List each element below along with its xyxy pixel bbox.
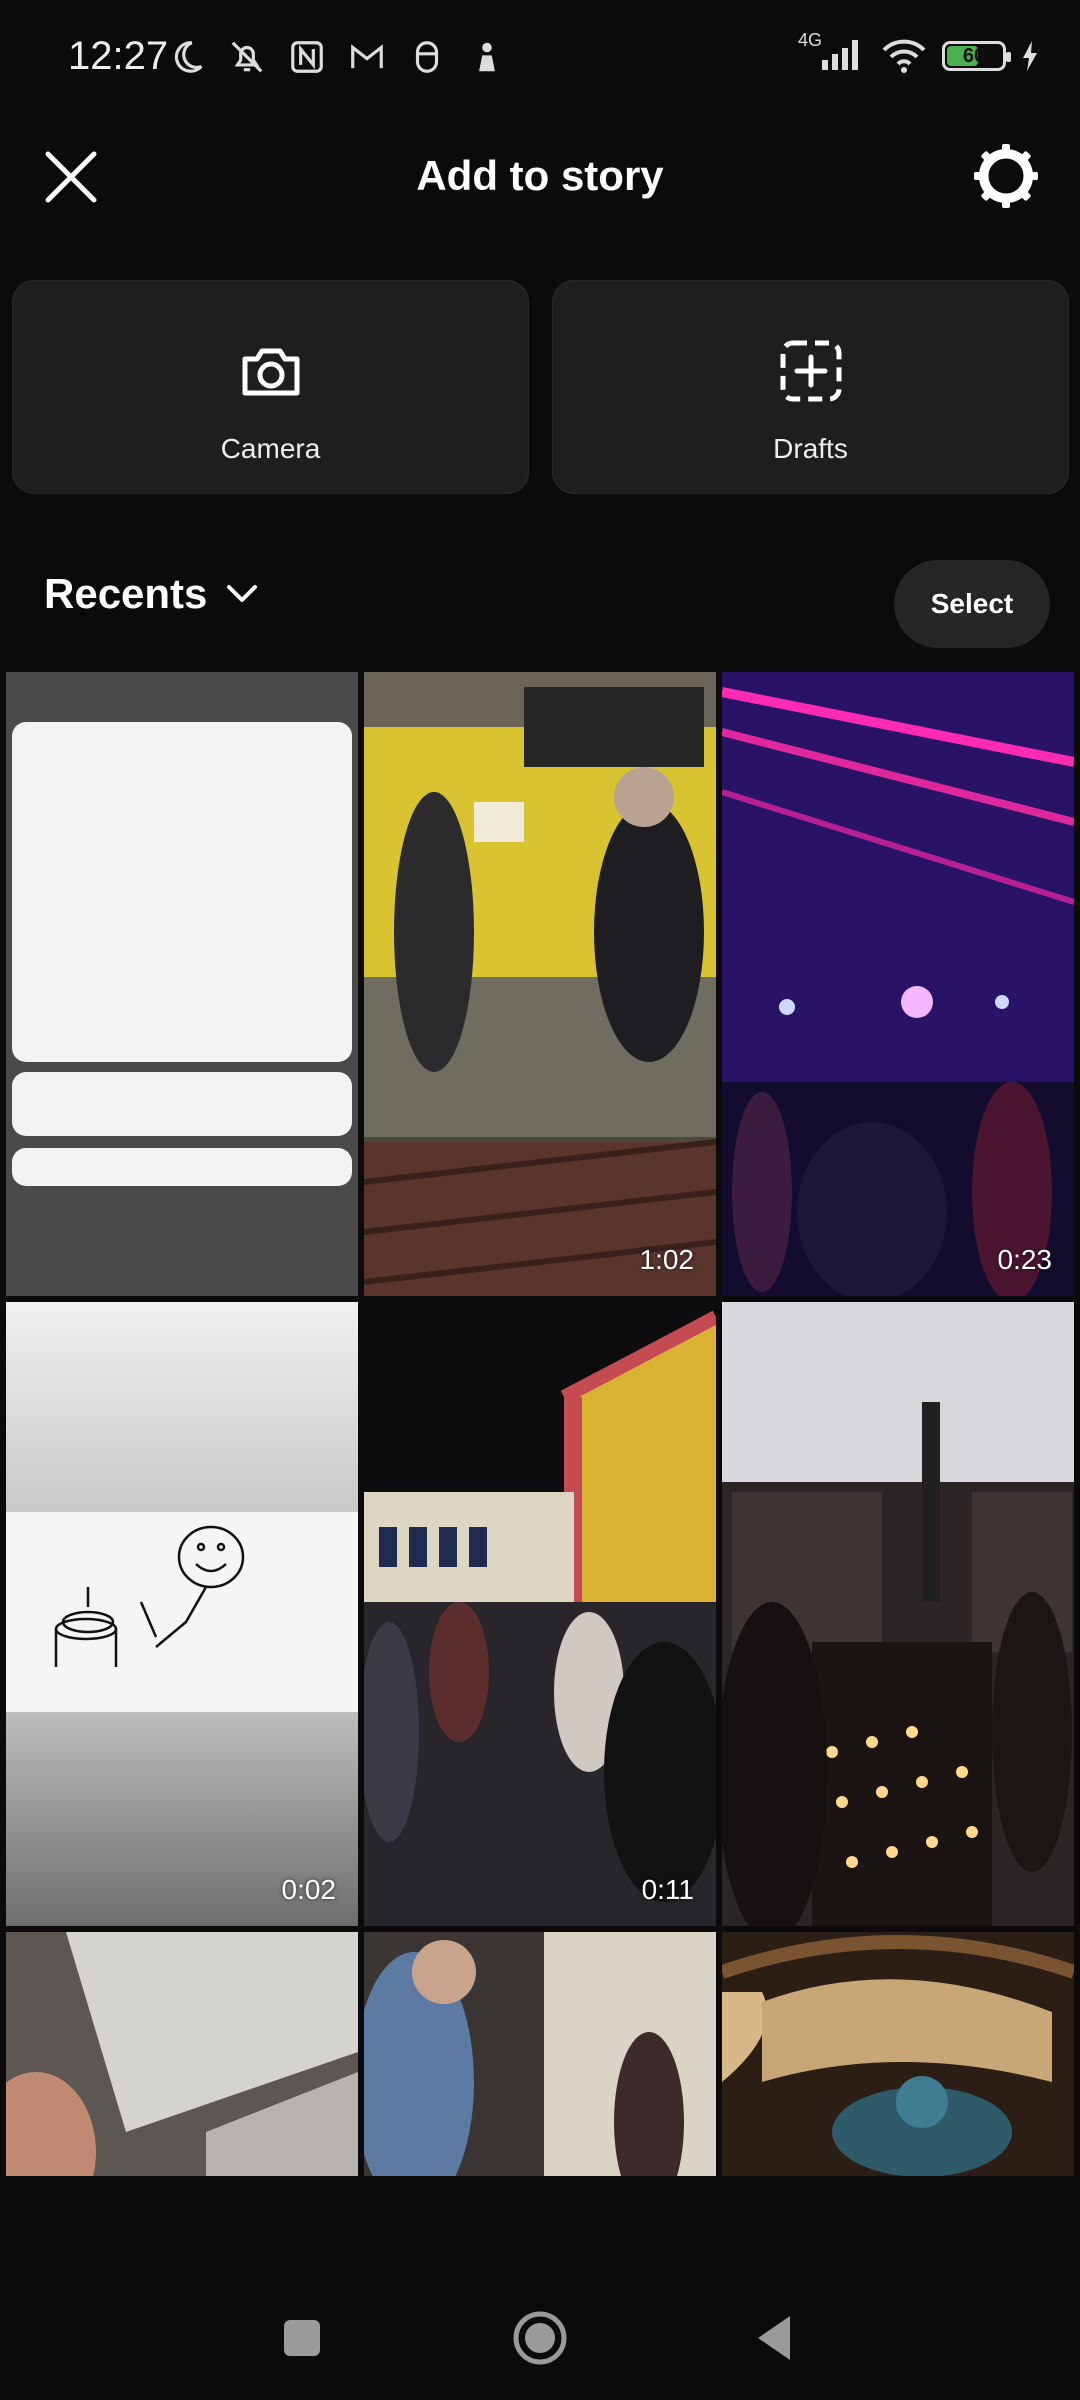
system-nav-bar [0,2280,1080,2400]
home-circle-icon[interactable] [510,2308,570,2368]
thumb-image [6,1932,358,2176]
person-icon [479,42,495,72]
drafts-label: Drafts [773,433,848,464]
thumb-image [722,1302,1074,1926]
battery-icon: 60 [942,40,1011,71]
video-duration: 1:02 [639,1244,695,1275]
signal-icon [822,40,858,70]
thumb-image [364,1302,716,1926]
video-duration: 0:02 [281,1874,337,1905]
wifi-icon [882,39,926,73]
media-tile[interactable]: 0:23 [722,672,1074,1296]
status-icons-right: 4G 60 [798,30,1040,75]
thumb-content [12,722,352,1062]
album-selector[interactable]: Recents [44,570,259,618]
video-duration: 0:11 [641,1874,694,1905]
select-button[interactable]: Select [894,560,1050,648]
back-triangle-icon[interactable] [748,2308,808,2368]
app-icon [415,41,439,73]
page-title: Add to story [416,152,664,199]
status-bar: 12:27 4G 60 [0,0,1080,120]
media-tile[interactable] [722,1302,1074,1926]
album-name: Recents [44,570,208,617]
media-tile[interactable] [364,1932,716,2176]
status-icons-left [168,38,506,76]
media-tile[interactable] [6,1932,358,2176]
thumb-image [722,672,1074,1296]
camera-label: Camera [220,433,321,464]
moon-icon [174,41,203,73]
bell-off-icon [231,41,263,73]
thumb-image [6,1302,358,1926]
thumb-image [364,1932,716,2176]
chevron-down-icon [227,585,258,602]
camera-button[interactable]: Camera [12,280,529,494]
video-duration: 0:23 [997,1244,1053,1275]
media-tile[interactable] [6,672,358,1296]
header: Add to story [0,120,1080,230]
media-tile[interactable] [722,1932,1074,2176]
camera-icon [242,348,299,396]
battery-level: 60 [962,44,986,67]
charging-icon [1023,40,1037,71]
drafts-button[interactable]: Drafts [552,280,1069,494]
media-tile[interactable]: 0:02 [6,1302,358,1926]
nfc-icon [291,41,323,73]
media-tile[interactable]: 0:11 [364,1302,716,1926]
settings-icon[interactable] [972,142,1040,210]
media-tile[interactable]: 1:02 [364,672,716,1296]
status-time: 12:27 [68,34,169,78]
network-type: 4G [798,30,823,50]
recents-square-icon[interactable] [272,2308,332,2368]
gmail-icon [351,44,383,69]
thumb-image [364,672,716,1296]
add-draft-icon [780,340,841,402]
thumb-image [722,1932,1074,2176]
